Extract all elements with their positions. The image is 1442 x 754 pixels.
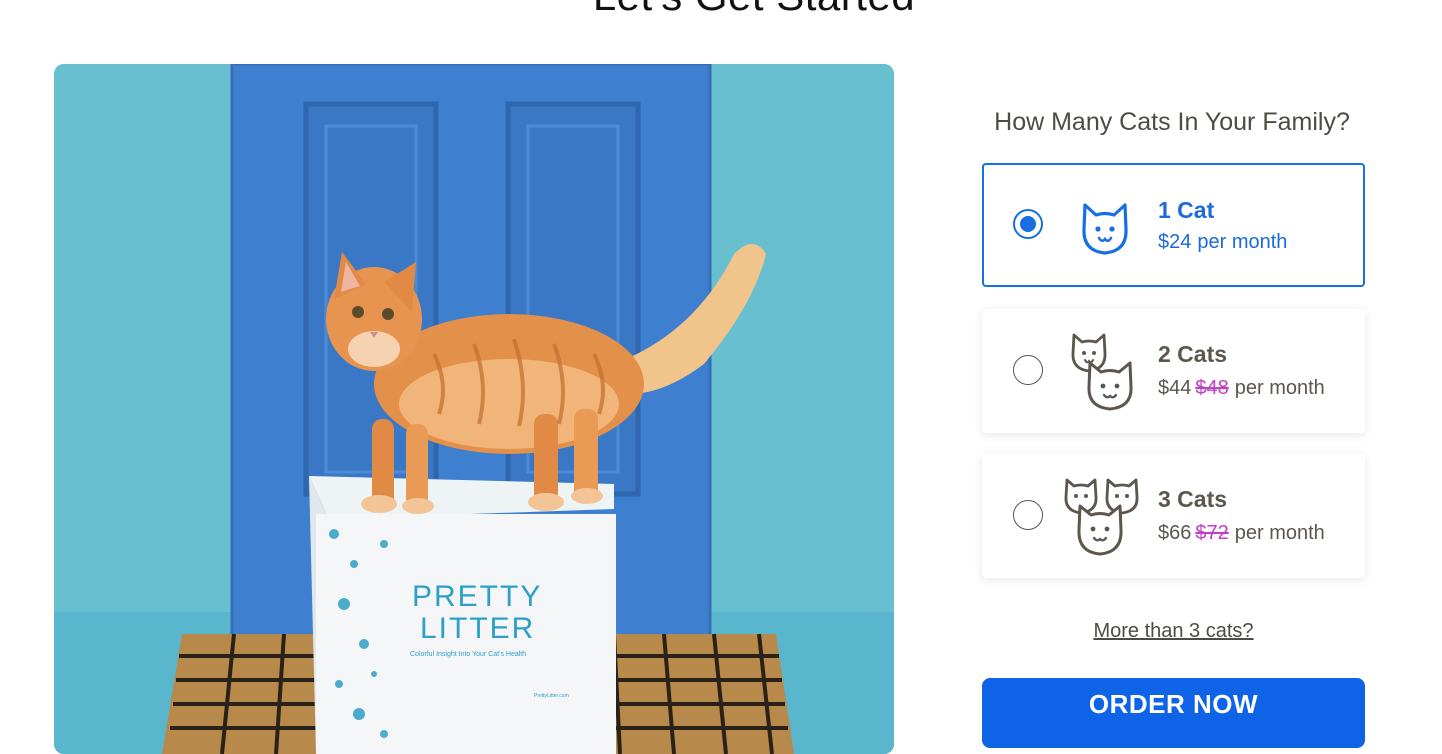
box-tagline: Colorful Insight Into Your Cat's Health xyxy=(410,651,526,658)
three-cats-icon xyxy=(1064,478,1139,556)
option-price-line: $24 per month xyxy=(1158,231,1287,254)
option-3-cats[interactable]: 3 Cats $66 $72 per month xyxy=(982,454,1365,578)
box-brand-line2: LITTER xyxy=(420,612,535,645)
one-cat-icon xyxy=(1082,203,1128,255)
option-price-line: $44 $48 per month xyxy=(1158,377,1325,400)
radio-1-cat[interactable] xyxy=(1013,209,1043,239)
radio-3-cats[interactable] xyxy=(1013,500,1043,530)
cat-count-question: How Many Cats In Your Family? xyxy=(994,108,1350,136)
order-now-button[interactable]: ORDER NOW xyxy=(982,678,1365,748)
two-cats-icon xyxy=(1071,333,1133,411)
original-price: $72 xyxy=(1195,522,1229,544)
page-title: Let's Get Started xyxy=(0,0,1442,20)
price-period: per month xyxy=(1234,377,1325,399)
hero-image: PRETTY LITTER Colorful Insight Into Your… xyxy=(54,64,894,754)
price: $44 xyxy=(1158,377,1192,399)
option-title: 1 Cat xyxy=(1158,197,1215,223)
cat-count-selector: How Many Cats In Your Family? 1 Cat $24 p… xyxy=(982,100,1365,748)
box-url: PrettyLitter.com xyxy=(534,693,569,699)
option-title: 2 Cats xyxy=(1158,341,1228,367)
more-than-3-cats-link[interactable]: More than 3 cats? xyxy=(982,620,1365,643)
option-2-cats[interactable]: 2 Cats $44 $48 per month xyxy=(982,309,1365,433)
original-price: $48 xyxy=(1195,377,1229,399)
price: $24 xyxy=(1158,231,1192,253)
option-price-line: $66 $72 per month xyxy=(1158,522,1325,545)
price-period: per month xyxy=(1234,522,1325,544)
price-period: per month xyxy=(1197,231,1288,253)
option-title: 3 Cats xyxy=(1158,486,1228,512)
price: $66 xyxy=(1158,522,1192,544)
radio-selected-dot xyxy=(1020,216,1036,232)
radio-2-cats[interactable] xyxy=(1013,355,1043,385)
option-1-cat[interactable]: 1 Cat $24 per month xyxy=(982,163,1365,287)
box-brand-line1: PRETTY xyxy=(412,580,542,613)
